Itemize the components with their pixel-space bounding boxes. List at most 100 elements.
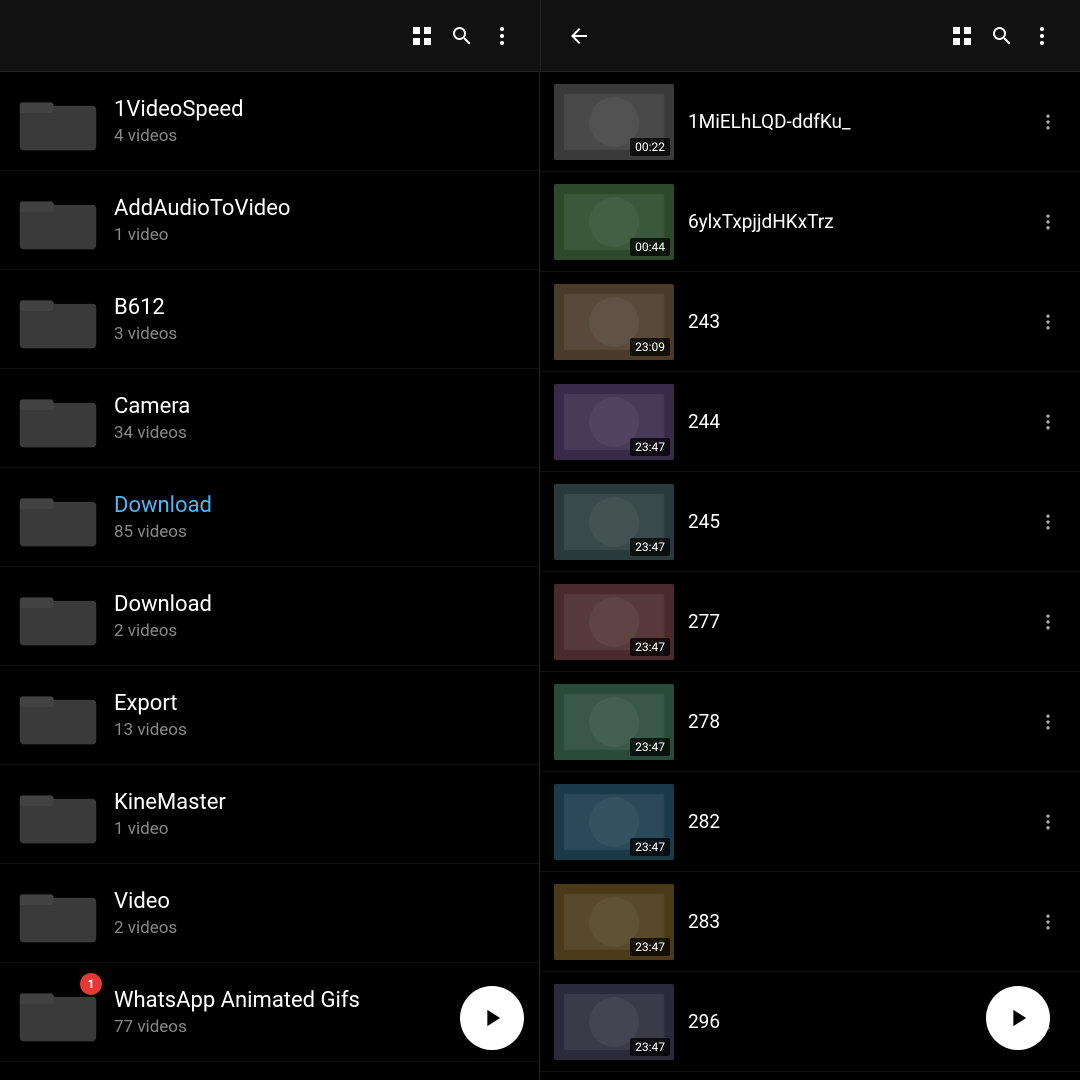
video-name: 6ylxTxpjjdHKxTrz [688,210,1030,233]
folder-item[interactable]: KineMaster1 video [0,765,539,864]
folder-count: 2 videos [114,918,521,938]
folder-name: Download [114,592,521,617]
left-more-button[interactable] [482,16,522,56]
video-item[interactable]: 23:47 244 [540,372,1080,472]
video-info: 296 [688,1010,1030,1033]
video-thumbnail: 23:47 [554,884,674,960]
folder-count: 1 video [114,225,521,245]
folder-item[interactable]: Download 85 videos [0,468,539,567]
video-more-button[interactable] [1030,204,1066,240]
video-duration: 23:47 [630,638,670,656]
video-more-button[interactable] [1030,804,1066,840]
video-item[interactable]: 23:47 277 [540,572,1080,672]
folder-name: WhatsApp Animated Gifs [114,988,521,1013]
folder-count: 4 videos [114,126,521,146]
play-all-left-button[interactable] [460,986,524,1050]
left-grid-button[interactable] [402,16,442,56]
folder-item[interactable]: Camera34 videos [0,369,539,468]
folder-icon [18,383,98,453]
video-info: 277 [688,610,1030,633]
folder-count: 85 videos [114,522,521,542]
video-info: 6ylxTxpjjdHKxTrz [688,210,1030,233]
folder-count: 3 videos [114,324,521,344]
folder-info: KineMaster1 video [114,790,521,839]
video-more-button[interactable] [1030,604,1066,640]
right-panel: 00:22 1MiELhLQD-ddfKu_ 00:44 6ylxTxpjjdHKxT… [540,72,1080,1080]
folder-info: AddAudioToVideo 1 video [114,196,521,245]
video-duration: 23:47 [630,738,670,756]
folder-name: KineMaster [114,790,521,815]
video-more-button[interactable] [1030,404,1066,440]
video-info: 244 [688,410,1030,433]
right-search-button[interactable] [982,16,1022,56]
video-duration: 00:22 [630,138,670,156]
right-grid-button[interactable] [942,16,982,56]
video-duration: 23:47 [630,938,670,956]
folder-item[interactable]: B612 3 videos [0,270,539,369]
video-more-button[interactable] [1030,504,1066,540]
folder-name: Video [114,889,521,914]
video-info: 243 [688,310,1030,333]
video-item[interactable]: 23:47 282 [540,772,1080,872]
video-item[interactable]: 23:09 243 [540,272,1080,372]
folder-icon [18,482,98,552]
video-item[interactable]: 00:22 1MiELhLQD-ddfKu_ [540,72,1080,172]
video-thumbnail: 23:09 [554,284,674,360]
folder-name: Download [114,493,521,518]
video-info: 1MiELhLQD-ddfKu_ [688,110,1030,133]
back-button[interactable] [559,16,599,56]
video-info: 245 [688,510,1030,533]
video-name: 244 [688,410,1030,433]
video-duration: 23:09 [630,338,670,356]
video-duration: 23:47 [630,438,670,456]
left-search-button[interactable] [442,16,482,56]
video-item[interactable]: 00:44 6ylxTxpjjdHKxTrz [540,172,1080,272]
folder-item[interactable]: 1WhatsApp Animated Gifs77 videos [0,963,539,1062]
video-info: 278 [688,710,1030,733]
video-thumbnail: 23:47 [554,484,674,560]
video-thumbnail: 23:47 [554,384,674,460]
video-info: 283 [688,910,1030,933]
folder-item[interactable]: Video 2 videos [0,864,539,963]
video-item[interactable]: 23:47 245 [540,472,1080,572]
folder-name: AddAudioToVideo [114,196,521,221]
left-header [0,0,540,72]
folder-item[interactable]: Export 13 videos [0,666,539,765]
play-all-right-button[interactable] [986,986,1050,1050]
folder-count: 13 videos [114,720,521,740]
video-item[interactable]: 23:47 278 [540,672,1080,772]
folder-info: Download2 videos [114,592,521,641]
folder-item[interactable]: WhatsApp Documents [0,1062,539,1080]
video-thumbnail: 23:47 [554,684,674,760]
folder-info: Video 2 videos [114,889,521,938]
video-thumbnail: 23:47 [554,584,674,660]
folder-info: Camera34 videos [114,394,521,443]
video-duration: 00:44 [630,238,670,256]
video-more-button[interactable] [1030,304,1066,340]
folder-info: Download 85 videos [114,493,521,542]
video-name: 277 [688,610,1030,633]
video-item[interactable]: 23:47 283 [540,872,1080,972]
video-more-button[interactable] [1030,704,1066,740]
folder-item[interactable]: Download2 videos [0,567,539,666]
video-duration: 23:47 [630,538,670,556]
right-more-button[interactable] [1022,16,1062,56]
folder-item[interactable]: 1VideoSpeed 4 videos [0,72,539,171]
video-thumbnail: 00:22 [554,84,674,160]
video-info: 282 [688,810,1030,833]
folder-info: 1VideoSpeed 4 videos [114,97,521,146]
folder-icon [18,680,98,750]
video-more-button[interactable] [1030,904,1066,940]
folder-icon: 1 [18,977,98,1047]
video-name: 278 [688,710,1030,733]
folder-icon [18,878,98,948]
video-name: 296 [688,1010,1030,1033]
folder-item[interactable]: AddAudioToVideo 1 video [0,171,539,270]
video-duration: 23:47 [630,838,670,856]
video-more-button[interactable] [1030,104,1066,140]
folder-name: Export [114,691,521,716]
folder-icon [18,86,98,156]
folder-icon [18,581,98,651]
folder-name: 1VideoSpeed [114,97,521,122]
folder-name: B612 [114,295,521,320]
